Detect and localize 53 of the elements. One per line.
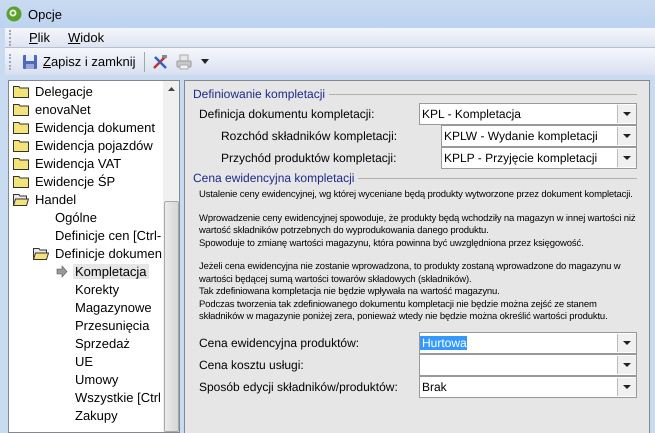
dropdown-arrow-icon[interactable] <box>623 362 631 366</box>
field-label: Sposób edycji składników/produktów: <box>199 380 399 394</box>
tree-item[interactable]: Delegacje <box>33 84 95 98</box>
tools-icon[interactable] <box>151 52 170 70</box>
dropdown-field[interactable]: KPL - Kompletacja <box>419 103 637 125</box>
tree-item[interactable]: Definicje dokumen <box>53 246 163 260</box>
description-text: Spowoduje to zmianę wartości magazynu, która powinna być uwzględniona przez księgowość. <box>199 238 585 250</box>
tree-item[interactable]: Definicje cen [Ctrl- <box>53 228 163 242</box>
dropdown-arrow-icon[interactable] <box>623 156 631 160</box>
group-title: Cena ewidencyjna kompletacji <box>193 171 354 185</box>
group-title: Definiowanie kompletacji <box>193 87 326 101</box>
tree-item[interactable]: Umowy <box>73 372 120 386</box>
dropdown-arrow-icon[interactable] <box>623 384 631 388</box>
tree-item[interactable]: Ewidencja pojazdów <box>33 138 155 152</box>
tree-item[interactable]: Zakupy <box>73 408 120 422</box>
tree-item[interactable]: Ewidencja VAT <box>33 156 124 170</box>
tree-item[interactable]: Ewidencje ŚP <box>33 174 118 188</box>
window-title: Opcje <box>28 6 62 22</box>
tree-item[interactable]: Magazynowe <box>73 300 154 314</box>
tree-item[interactable]: Wszystkie [Ctrl <box>73 390 163 404</box>
description-text: Tak zdefiniowana kompletacja nie będzie wpływała na wartość magazynu. <box>199 286 501 298</box>
tree-item[interactable]: enovaNet <box>33 102 93 116</box>
app-logo-icon <box>6 6 22 22</box>
field-label: Cena kosztu usługi: <box>199 358 305 372</box>
tree-item[interactable]: Handel <box>33 192 78 206</box>
menu-item[interactable]: Plik <box>27 30 52 45</box>
dropdown-field[interactable]: KPLP - Przyjęcie kompletacji <box>441 147 637 169</box>
dropdown-arrow-icon[interactable] <box>623 134 631 138</box>
description-text: Podczas tworzenia tak zdefiniowanego dokumentu kompletacji nie będzie można zejść ze stanem składników w magazynie poniżej zera, ponieważ wtedy nie będzie można określić wartości produktu. <box>199 298 609 324</box>
field-label: Przychód produktów kompletacji: <box>221 151 398 165</box>
dropdown-arrow-icon[interactable] <box>623 340 631 344</box>
tree-item[interactable]: Korekty <box>73 282 122 296</box>
tree-item[interactable]: Przesunięcia <box>73 318 152 332</box>
menu-item[interactable]: Widok <box>66 30 106 45</box>
save-and-close-button[interactable]: Zapisz i zamknij <box>19 52 138 72</box>
dropdown-field[interactable] <box>419 354 637 376</box>
tree-item[interactable]: Sprzedaż <box>73 336 132 350</box>
printer-icon[interactable] <box>175 52 194 70</box>
dropdown-field[interactable]: KPLW - Wydanie kompletacji <box>441 125 637 147</box>
field-label: Rozchód składników kompletacji: <box>221 129 398 143</box>
tree-item[interactable]: UE <box>73 354 96 368</box>
field-label: Definicja dokumentu kompletacji: <box>199 107 376 121</box>
dropdown-arrow-icon[interactable] <box>201 59 210 64</box>
scroll-bar[interactable] <box>163 81 179 432</box>
description-text: Wprowadzenie ceny ewidencyjnej spowoduje, że produkty będą wchodziły na magazyn w innej wartości niż wartość składników potrzebnych do wyprodukowania danego produktu. <box>199 212 636 238</box>
description-text: Ustalenie ceny ewidencyjnej, wg której wyceniane będą produkty wytworzone przez dokument kompletacji. <box>199 189 634 202</box>
dropdown-arrow-icon[interactable] <box>623 112 631 116</box>
description-text: Jeżeli cena ewidencyjna nie zostanie wprowadzona, to produkty zostaną wprowadzone do magazynu w wartości będącej sumą wartości towarów składowych (składników). <box>199 261 622 286</box>
dropdown-field[interactable]: Brak <box>419 376 637 398</box>
tree-item[interactable]: Kompletacja <box>73 264 149 278</box>
tree-item[interactable]: Ewidencja dokument <box>33 120 157 134</box>
field-label: Cena ewidencyjna produktów: <box>199 336 360 350</box>
tree-item[interactable]: Ogólne <box>53 210 99 224</box>
